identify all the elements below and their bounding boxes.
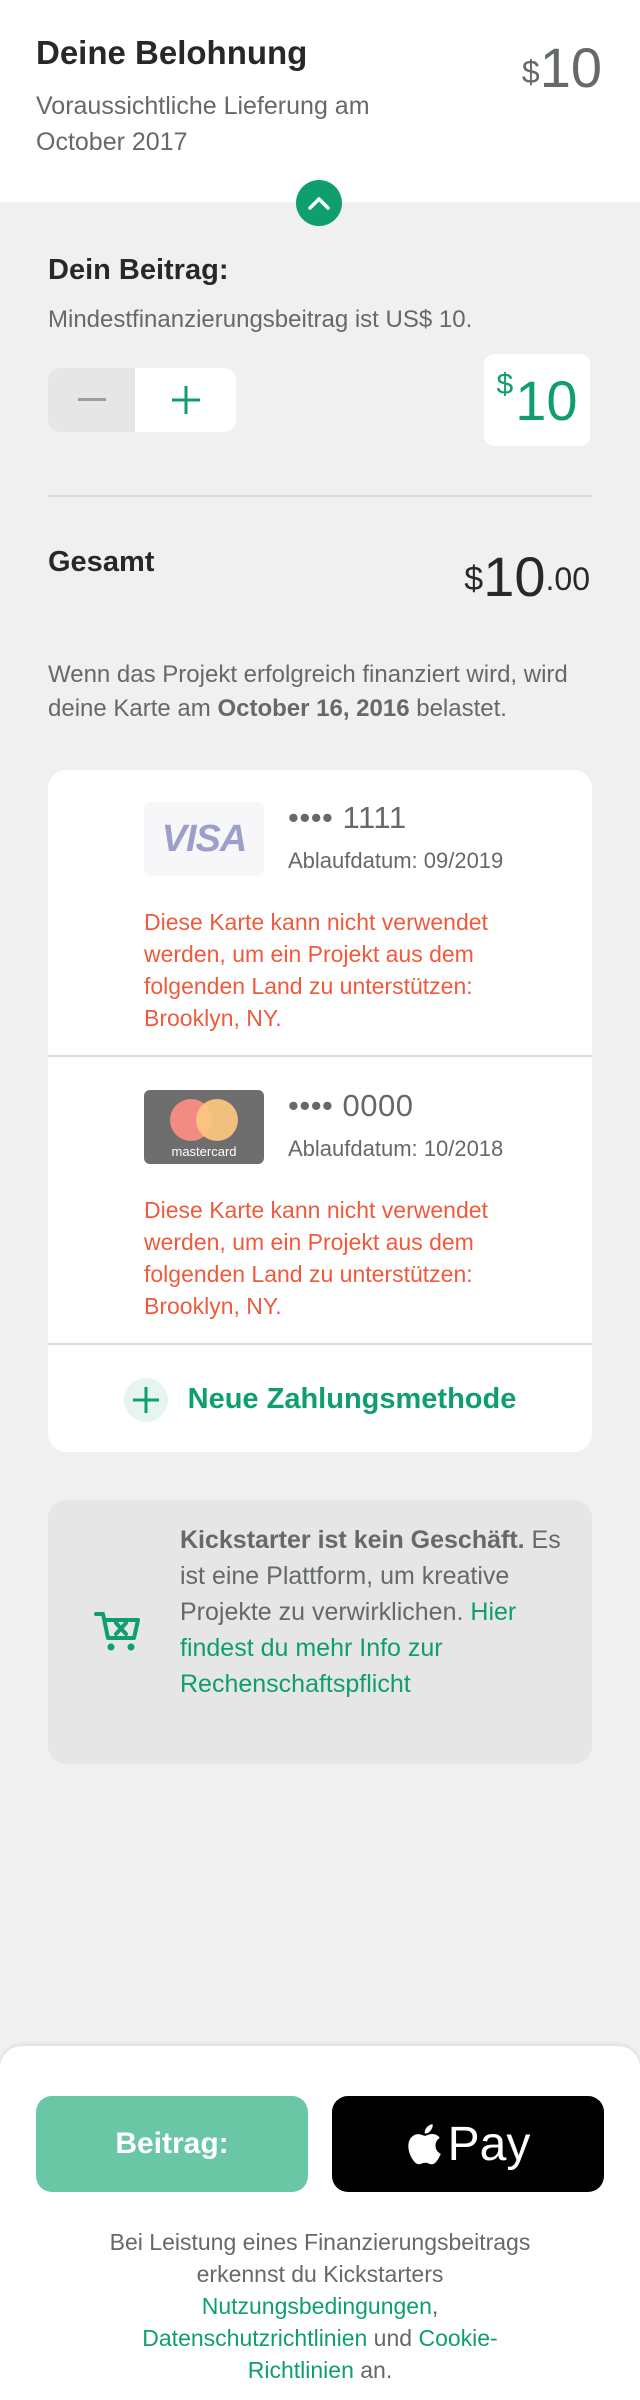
reward-delivery-date: Voraussichtliche Lieferung am October 20… (36, 92, 370, 156)
pledge-button[interactable]: Beitrag: (36, 2096, 308, 2192)
payment-card-row[interactable]: mastercard •••• 0000 Ablaufdatum: 10/201… (48, 1058, 592, 1345)
pledge-minimum-note: Mindestfinanzierungsbeitrag ist US$ 10. (48, 306, 473, 333)
legal-note: Bei Leistung eines Finanzierungsbeitrags… (100, 2226, 540, 2386)
reward-amount-value: 10 (539, 36, 602, 99)
chevron-up-icon (308, 197, 330, 210)
pledge-amount-value: 10 (515, 368, 578, 432)
legal-text: an. (353, 2357, 393, 2383)
plus-circle-icon (123, 1377, 168, 1422)
pledge-stepper (48, 368, 236, 432)
increment-button[interactable] (135, 368, 236, 432)
reward-title: Deine Belohnung (36, 34, 308, 71)
pledge-amount-input[interactable]: $10 (484, 354, 590, 446)
privacy-link[interactable]: Datenschutzrichtlinien (142, 2325, 367, 2351)
total-amount-value: 10 (483, 545, 546, 608)
legal-text: Bei Leistung eines Finanzierungsbeitrags… (109, 2229, 531, 2287)
payment-methods-list: VISA •••• 1111 Ablaufdatum: 09/2019 Dies… (48, 770, 592, 1452)
accountability-info-box: Kickstarter ist kein Geschäft. Es ist ei… (48, 1500, 592, 1764)
card-error-message: Diese Karte kann nicht verwendet werden,… (144, 1197, 488, 1319)
reward-amount: $10 (522, 38, 602, 98)
charge-note: Wenn das Projekt erfolgreich finanziert … (48, 658, 588, 726)
minus-icon (77, 398, 106, 401)
total-amount: $10.00 (464, 548, 590, 606)
apple-pay-label: Pay (447, 2117, 531, 2171)
cart-icon (94, 1610, 142, 1659)
total-label: Gesamt (48, 546, 155, 578)
payment-card-row[interactable]: VISA •••• 1111 Ablaufdatum: 09/2019 Dies… (48, 770, 592, 1057)
card-number: •••• 1111 (288, 800, 407, 835)
apple-pay-button[interactable]: Pay (332, 2096, 604, 2192)
mastercard-logo-icon: mastercard (144, 1090, 264, 1164)
pledge-label: Dein Beitrag: (48, 254, 229, 286)
add-payment-method-button[interactable]: Neue Zahlungsmethode (48, 1347, 592, 1452)
total-cents: .00 (545, 561, 590, 597)
decrement-button[interactable] (48, 368, 135, 432)
card-number: •••• 0000 (288, 1088, 414, 1123)
visa-logo-icon: VISA (144, 802, 264, 876)
collapse-button[interactable] (296, 180, 342, 226)
pledge-currency: $ (496, 368, 514, 401)
card-expiry: Ablaufdatum: 09/2019 (288, 848, 504, 873)
charge-date: October 16, 2016 (217, 695, 410, 722)
card-error-message: Diese Karte kann nicht verwendet werden,… (144, 909, 488, 1031)
info-text: Kickstarter ist kein Geschäft. Es ist ei… (180, 1522, 570, 1702)
card-expiry: Ablaufdatum: 10/2018 (288, 1136, 504, 1161)
reward-header: Deine Belohnung Voraussichtliche Lieferu… (0, 0, 640, 202)
total-currency: $ (464, 560, 484, 598)
plus-icon (171, 386, 200, 414)
apple-logo-icon (407, 2124, 441, 2165)
mastercard-circles-icon: mastercard (170, 1099, 238, 1159)
reward-currency: $ (521, 54, 540, 90)
legal-text: und (367, 2325, 419, 2351)
charge-note-end: belastet. (409, 695, 507, 722)
info-heading: Kickstarter ist kein Geschäft. (180, 1526, 525, 1554)
terms-link[interactable]: Nutzungsbedingungen (202, 2293, 432, 2319)
legal-text: , (431, 2293, 439, 2319)
add-payment-method-label: Neue Zahlungsmethode (187, 1383, 517, 1415)
divider (48, 495, 592, 497)
visa-brand-text: VISA (161, 817, 248, 860)
mastercard-brand-text: mastercard (171, 1144, 236, 1159)
